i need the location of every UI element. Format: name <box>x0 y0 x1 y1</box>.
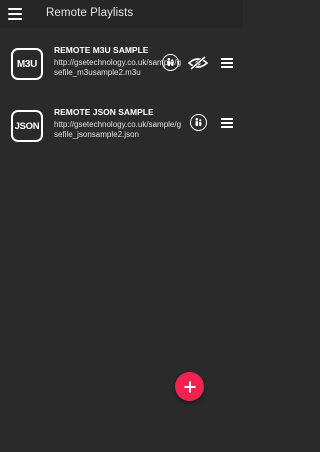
add-playlist-button[interactable] <box>175 372 204 401</box>
playlist-url: http://gsetechnology.co.uk/sample/gsefil… <box>54 120 182 139</box>
more-menu-icon[interactable] <box>221 117 233 129</box>
playlist-item-json[interactable]: JSON REMOTE JSON SAMPLE http://gsetechno… <box>0 102 243 162</box>
parental-lock-icon[interactable] <box>162 54 179 71</box>
more-menu-icon[interactable] <box>221 57 233 69</box>
playlist-item-m3u[interactable]: M3U REMOTE M3U SAMPLE http://gsetechnolo… <box>0 40 243 100</box>
m3u-file-icon: M3U <box>11 48 43 80</box>
parental-lock-icon[interactable] <box>190 114 207 131</box>
playlist-name: REMOTE JSON SAMPLE <box>54 107 154 117</box>
app-bar: Remote Playlists <box>0 0 243 28</box>
page-title: Remote Playlists <box>46 7 134 19</box>
json-file-icon: JSON <box>11 110 43 142</box>
playlist-name: REMOTE M3U SAMPLE <box>54 45 149 55</box>
plus-icon <box>184 381 195 392</box>
hidden-eye-icon[interactable] <box>187 55 209 71</box>
hamburger-menu-icon[interactable] <box>6 5 24 23</box>
